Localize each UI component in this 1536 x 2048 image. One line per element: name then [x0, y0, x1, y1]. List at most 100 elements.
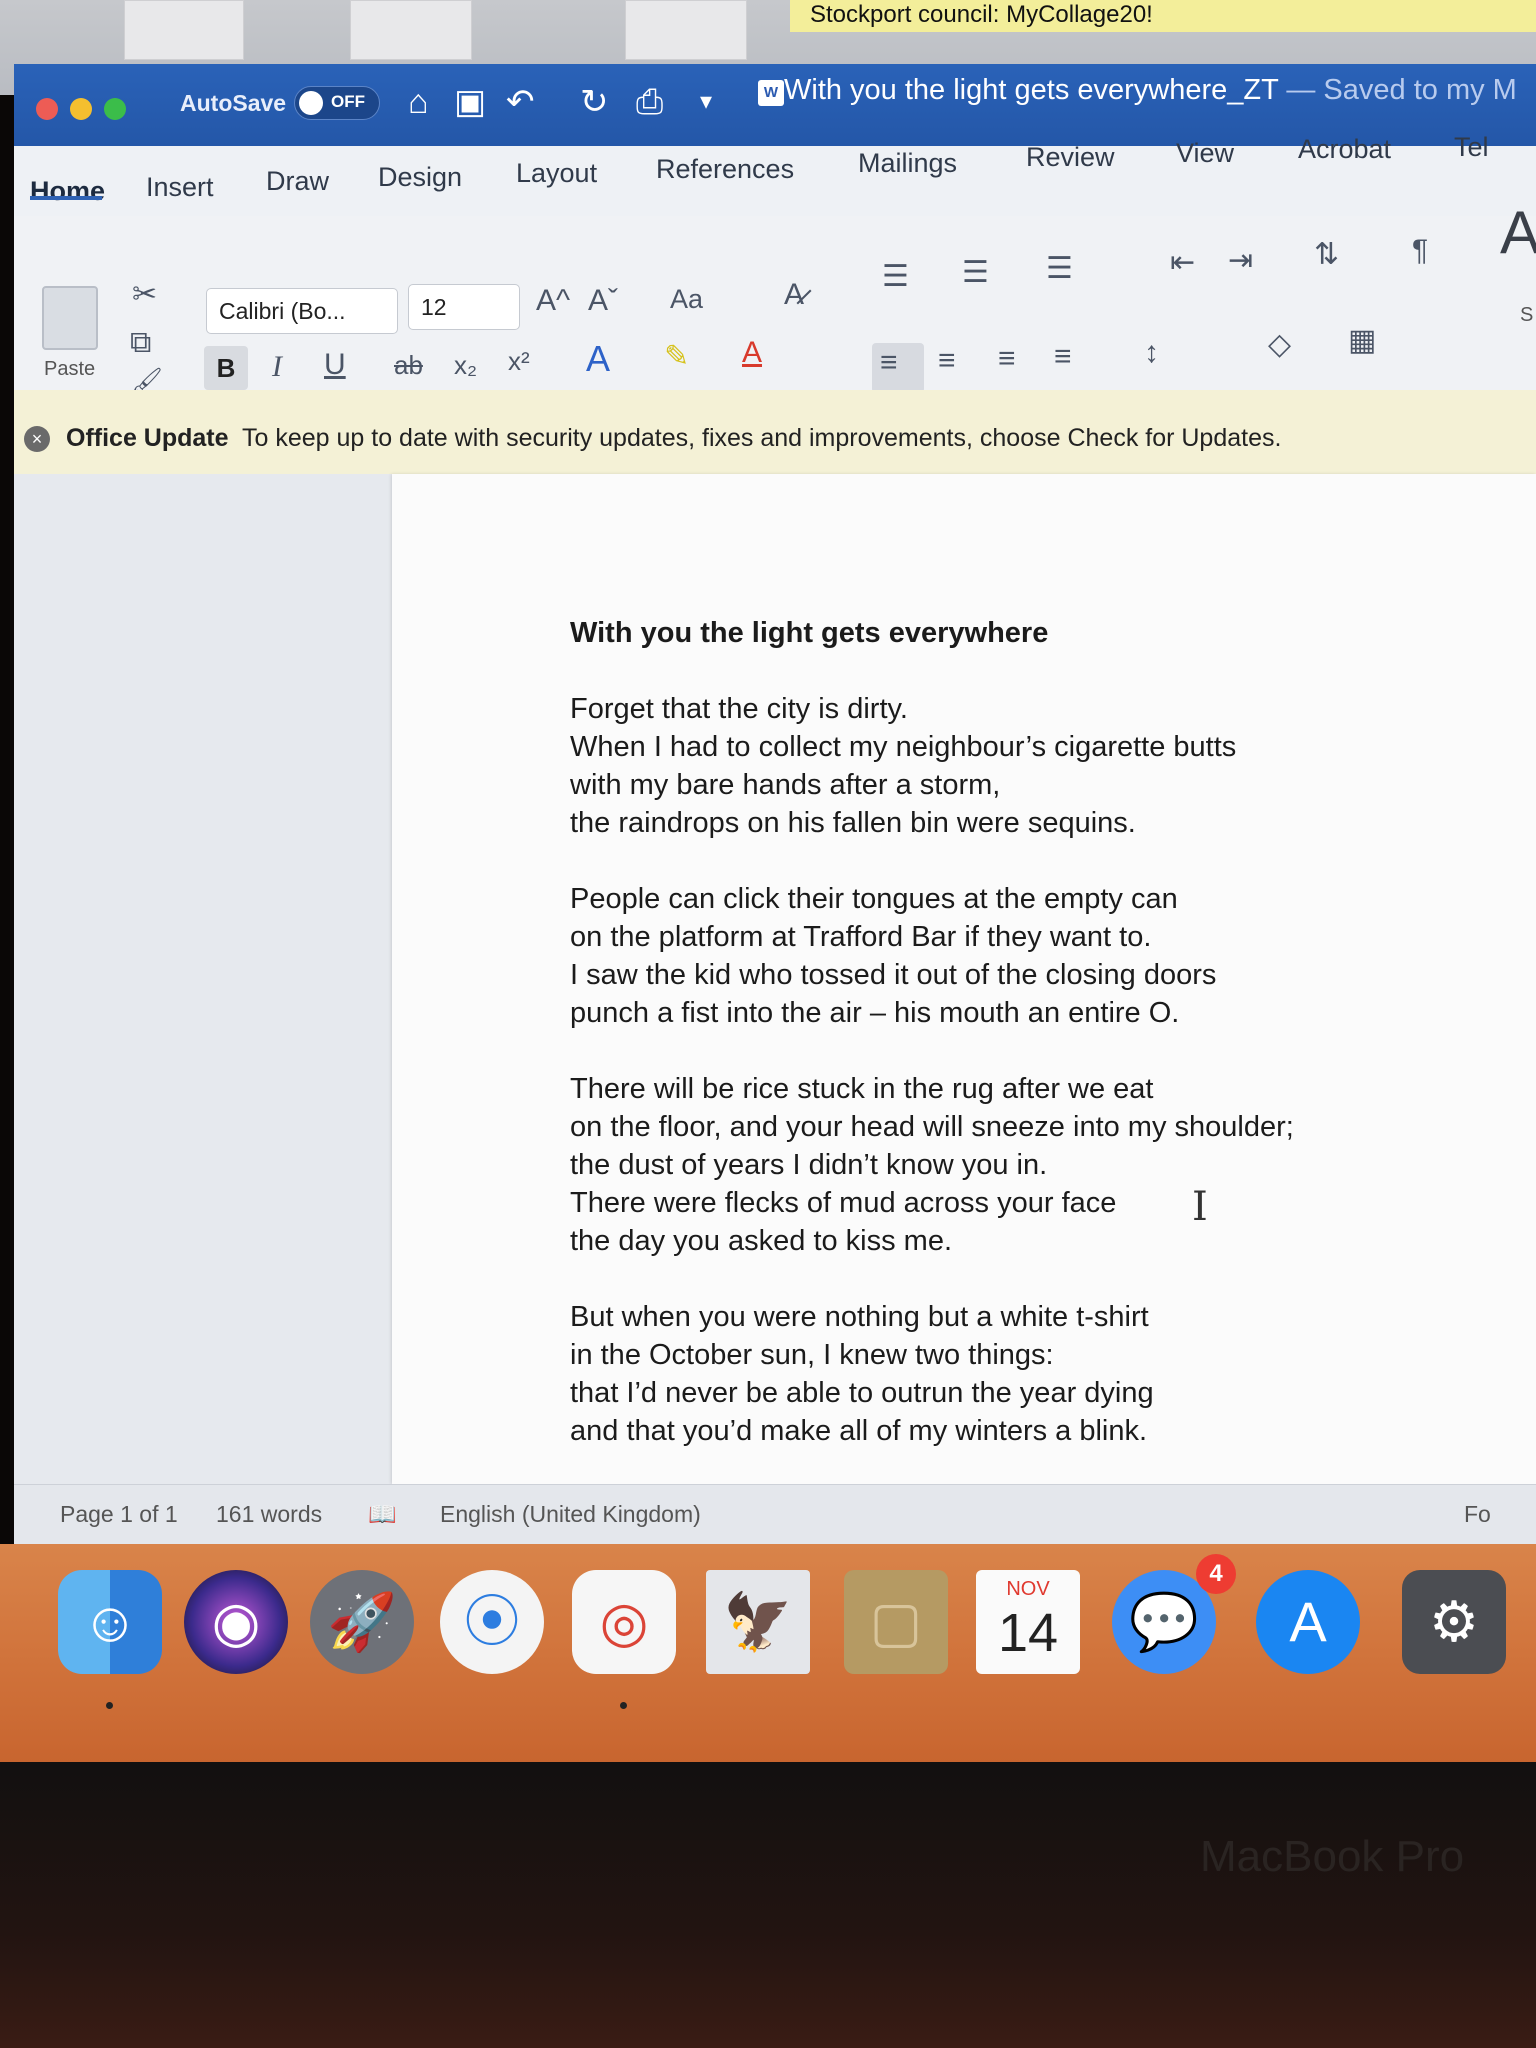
proofing-icon[interactable]: 📖 [368, 1501, 397, 1528]
italic-button[interactable]: I [272, 350, 282, 384]
poem-line: on the floor, and your head will sneeze … [570, 1111, 1294, 1143]
poem-line: But when you were nothing but a white t-… [570, 1301, 1149, 1333]
print-icon[interactable]: ⎙ [636, 82, 663, 122]
tab-review[interactable]: Review [1026, 142, 1115, 173]
autosave-toggle[interactable]: OFF [294, 86, 380, 120]
line-spacing-icon[interactable]: ↕ [1144, 336, 1159, 370]
close-icon[interactable]: × [24, 426, 50, 452]
styles-icon[interactable]: A [1500, 203, 1536, 263]
paste-icon[interactable] [42, 286, 98, 350]
shrink-font-button[interactable]: Aˇ [588, 284, 618, 318]
language-indicator[interactable]: English (United Kingdom) [440, 1501, 701, 1528]
document-filename: With you the light gets everywhere_ZT [784, 74, 1279, 106]
customize-toolbar-icon[interactable]: ▾ [700, 82, 712, 122]
minimize-window-button[interactable] [70, 98, 92, 120]
page-count[interactable]: Page 1 of 1 [60, 1501, 178, 1528]
autosave-state: OFF [331, 92, 365, 111]
focus-mode-label[interactable]: Fo [1464, 1501, 1491, 1528]
contacts-icon[interactable]: ▢ [844, 1570, 948, 1674]
ibeam-cursor-icon: I [1192, 1184, 1208, 1230]
borders-icon[interactable]: ▦ [1348, 324, 1376, 358]
undo-icon[interactable]: ↶ [506, 82, 535, 122]
clear-formatting-icon[interactable]: A̷ [784, 278, 804, 312]
change-case-button[interactable]: Aa [670, 282, 703, 316]
multilevel-list-icon[interactable]: ☰ [1046, 252, 1073, 286]
word-count[interactable]: 161 words [216, 1501, 322, 1528]
stanza: People can click their tongues at the em… [570, 880, 1330, 1032]
tab-tell-me[interactable]: Tel [1454, 132, 1489, 163]
ribbon-home: Paste ✂ ⧉ 🖌 Calibri (Bo... 12 A^ Aˇ Aa A… [14, 203, 1536, 396]
font-size-select[interactable]: 12 [408, 284, 520, 330]
increase-indent-icon[interactable]: ⇥ [1228, 244, 1253, 278]
poem-line: the raindrops on his fallen bin were seq… [570, 807, 1136, 839]
grow-font-button[interactable]: A^ [536, 284, 570, 318]
saved-status: — Saved to my M [1286, 74, 1517, 106]
safari-icon[interactable]: ⦿ [440, 1570, 544, 1674]
launchpad-icon[interactable]: 🚀 [310, 1570, 414, 1674]
system-preferences-icon[interactable]: ⚙ [1402, 1570, 1506, 1674]
document-page[interactable]: With you the light gets everywhere Forge… [392, 474, 1536, 1484]
update-title: Office Update [66, 424, 229, 452]
tab-references[interactable]: References [656, 154, 794, 185]
tab-draw[interactable]: Draw [266, 166, 329, 197]
messages-badge: 4 [1196, 1554, 1236, 1594]
strikethrough-button[interactable]: ab [394, 348, 423, 382]
decrease-indent-icon[interactable]: ⇤ [1170, 246, 1195, 280]
poem-line: with my bare hands after a storm, [570, 769, 1001, 801]
stanza: There will be rice stuck in the rug afte… [570, 1070, 1330, 1260]
desktop-file-thumbnail[interactable] [350, 0, 472, 60]
bullets-icon[interactable]: ☰ [882, 260, 909, 294]
poem-line: on the platform at Trafford Bar if they … [570, 921, 1152, 953]
tab-insert[interactable]: Insert [146, 172, 214, 203]
desktop-file-thumbnail[interactable] [124, 0, 244, 60]
zoom-window-button[interactable] [104, 98, 126, 120]
desktop-file-thumbnail[interactable] [625, 0, 747, 60]
tab-acrobat[interactable]: Acrobat [1298, 134, 1391, 165]
notification-banner[interactable]: Stockport council: MyCollage20! [790, 0, 1536, 32]
poem-line: I saw the kid who tossed it out of the c… [570, 959, 1217, 991]
save-icon[interactable]: ▣ [454, 82, 486, 122]
tab-home[interactable]: Home [30, 176, 105, 207]
redo-icon[interactable]: ↻ [580, 82, 609, 122]
superscript-button[interactable]: x² [508, 344, 530, 378]
close-window-button[interactable] [36, 98, 58, 120]
align-center-icon[interactable]: ≡ [938, 344, 956, 378]
poem-line: the day you asked to kiss me. [570, 1225, 953, 1257]
sort-icon[interactable]: ⇅ [1314, 238, 1339, 272]
tab-design[interactable]: Design [378, 162, 462, 193]
bold-button[interactable]: B [204, 346, 248, 390]
shading-icon[interactable]: ◇ [1268, 328, 1291, 362]
highlight-icon[interactable]: ✎ [664, 340, 689, 374]
poem-title: With you the light gets everywhere [570, 617, 1049, 649]
calendar-icon[interactable]: NOV 14 [976, 1570, 1080, 1674]
laptop-bezel: MacBook Pro [0, 1762, 1536, 2048]
office-update-bar: × Office Update To keep up to date with … [14, 390, 1536, 475]
calendar-month: NOV [1006, 1578, 1050, 1600]
tab-view[interactable]: View [1176, 138, 1234, 169]
font-name-select[interactable]: Calibri (Bo... [206, 288, 398, 334]
chrome-icon[interactable]: ◎ [572, 1570, 676, 1674]
home-icon[interactable]: ⌂ [408, 82, 429, 122]
mail-stamp-icon[interactable]: 🦅 [706, 1570, 810, 1674]
align-right-icon[interactable]: ≡ [998, 342, 1016, 376]
siri-icon[interactable]: ◉ [184, 1570, 288, 1674]
tab-layout[interactable]: Layout [516, 158, 597, 189]
text-effects-icon[interactable]: A [586, 341, 610, 377]
subscript-button[interactable]: x₂ [454, 348, 477, 382]
app-store-icon[interactable]: A [1256, 1570, 1360, 1674]
update-message: To keep up to date with security updates… [242, 424, 1282, 452]
font-color-button[interactable]: A [742, 336, 762, 370]
copy-icon[interactable]: ⧉ [130, 326, 151, 360]
show-formatting-icon[interactable]: ¶ [1412, 234, 1428, 268]
numbering-icon[interactable]: ☰ [962, 256, 989, 290]
align-left-icon[interactable]: ≡ [880, 346, 898, 380]
stanza: But when you were nothing but a white t-… [570, 1298, 1330, 1450]
cut-icon[interactable]: ✂ [132, 278, 157, 312]
poem-text[interactable]: With you the light gets everywhere Forge… [570, 614, 1330, 1488]
justify-icon[interactable]: ≡ [1054, 340, 1072, 374]
underline-button[interactable]: U [324, 348, 346, 382]
poem-line: When I had to collect my neighbour’s cig… [570, 731, 1237, 763]
poem-line: and that you’d make all of my winters a … [570, 1415, 1148, 1447]
tab-mailings[interactable]: Mailings [858, 148, 957, 179]
finder-icon[interactable]: ☺ [58, 1570, 162, 1674]
